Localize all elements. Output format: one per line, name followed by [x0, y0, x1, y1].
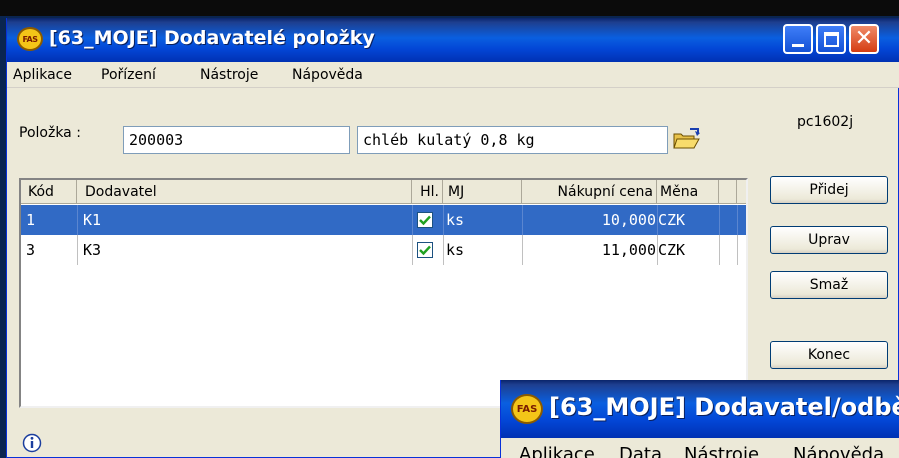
cell-supplier: K1: [83, 211, 102, 229]
item-label: Položka :: [19, 125, 81, 141]
close-icon: ✕: [854, 26, 874, 51]
close-button[interactable]: Konec: [770, 341, 888, 369]
menu-porizeni[interactable]: Pořízení: [101, 67, 156, 83]
window-title-2: [63_MOJE] Dodavatel/odběra: [549, 393, 899, 421]
menu-napoveda[interactable]: Nápověda: [292, 67, 363, 83]
menu-nastroje[interactable]: Nástroje: [200, 67, 258, 83]
menu2-data[interactable]: Data: [619, 444, 662, 458]
supplier-customer-window[interactable]: FAS [63_MOJE] Dodavatel/odběra Aplikace …: [500, 380, 899, 458]
open-folder-icon[interactable]: [672, 128, 702, 150]
checkmark-icon: [419, 245, 431, 255]
cell-unit: ks: [446, 211, 465, 229]
column-header-hl[interactable]: Hl.: [412, 180, 443, 204]
menu2-aplikace[interactable]: Aplikace: [519, 444, 595, 458]
maximize-button[interactable]: [816, 24, 846, 54]
column-header-dodavatel[interactable]: Dodavatel: [77, 180, 412, 204]
item-code-field[interactable]: 200003: [123, 126, 350, 154]
cell-unit: ks: [446, 241, 465, 259]
main-supplier-checkbox[interactable]: [417, 212, 433, 228]
window-title: [63_MOJE] Dodavatelé položky: [49, 27, 375, 49]
title-bar[interactable]: FAS [63_MOJE] Dodavatelé položky ✕: [7, 18, 899, 62]
edit-button[interactable]: Uprav: [770, 226, 888, 254]
cell-code: 3: [26, 241, 36, 259]
menu-bar: Aplikace Pořízení Nástroje Nápověda: [7, 62, 899, 88]
maximize-icon: [823, 31, 839, 47]
table-row[interactable]: 3 K3 ks 11,000 CZK: [21, 235, 746, 265]
close-window-button[interactable]: ✕: [849, 24, 879, 54]
info-icon: [22, 433, 42, 453]
checkmark-icon: [419, 215, 431, 225]
menu2-napoveda[interactable]: Nápověda: [793, 444, 884, 458]
computer-name-label: pc1602j: [797, 114, 854, 130]
column-header-mena[interactable]: Měna: [657, 180, 719, 204]
table-row[interactable]: 1 K1 ks 10,000 CZK: [21, 205, 746, 235]
minimize-icon: [792, 43, 804, 47]
column-header-nakupni-cena[interactable]: Nákupní cena: [522, 180, 657, 204]
main-supplier-checkbox[interactable]: [417, 242, 433, 258]
cell-currency: CZK: [658, 211, 686, 229]
cell-supplier: K3: [83, 241, 102, 259]
cell-price: 11,000: [601, 241, 656, 259]
grid-header: Kód Dodavatel Hl. MJ Nákupní cena Měna: [21, 180, 746, 204]
cell-code: 1: [26, 211, 36, 229]
minimize-button[interactable]: [783, 24, 813, 54]
item-name-field[interactable]: chléb kulatý 0,8 kg: [357, 126, 668, 154]
fas-app-icon-2: FAS: [511, 394, 543, 424]
cell-currency: CZK: [658, 241, 686, 259]
menu2-nastroje[interactable]: Nástroje: [684, 444, 759, 458]
desktop-top-strip: [0, 0, 899, 16]
column-header-kod[interactable]: Kód: [21, 180, 77, 204]
column-header-extra: [719, 180, 737, 204]
title-bar-2[interactable]: FAS [63_MOJE] Dodavatel/odběra: [501, 380, 899, 438]
delete-button[interactable]: Smaž: [770, 271, 888, 299]
fas-app-icon: FAS: [17, 27, 43, 51]
column-header-mj[interactable]: MJ: [443, 180, 522, 204]
add-button[interactable]: Přidej: [770, 176, 888, 204]
suppliers-grid[interactable]: Kód Dodavatel Hl. MJ Nákupní cena Měna 1…: [19, 178, 748, 408]
cell-price: 10,000: [601, 211, 656, 229]
menu-aplikace[interactable]: Aplikace: [13, 67, 72, 83]
